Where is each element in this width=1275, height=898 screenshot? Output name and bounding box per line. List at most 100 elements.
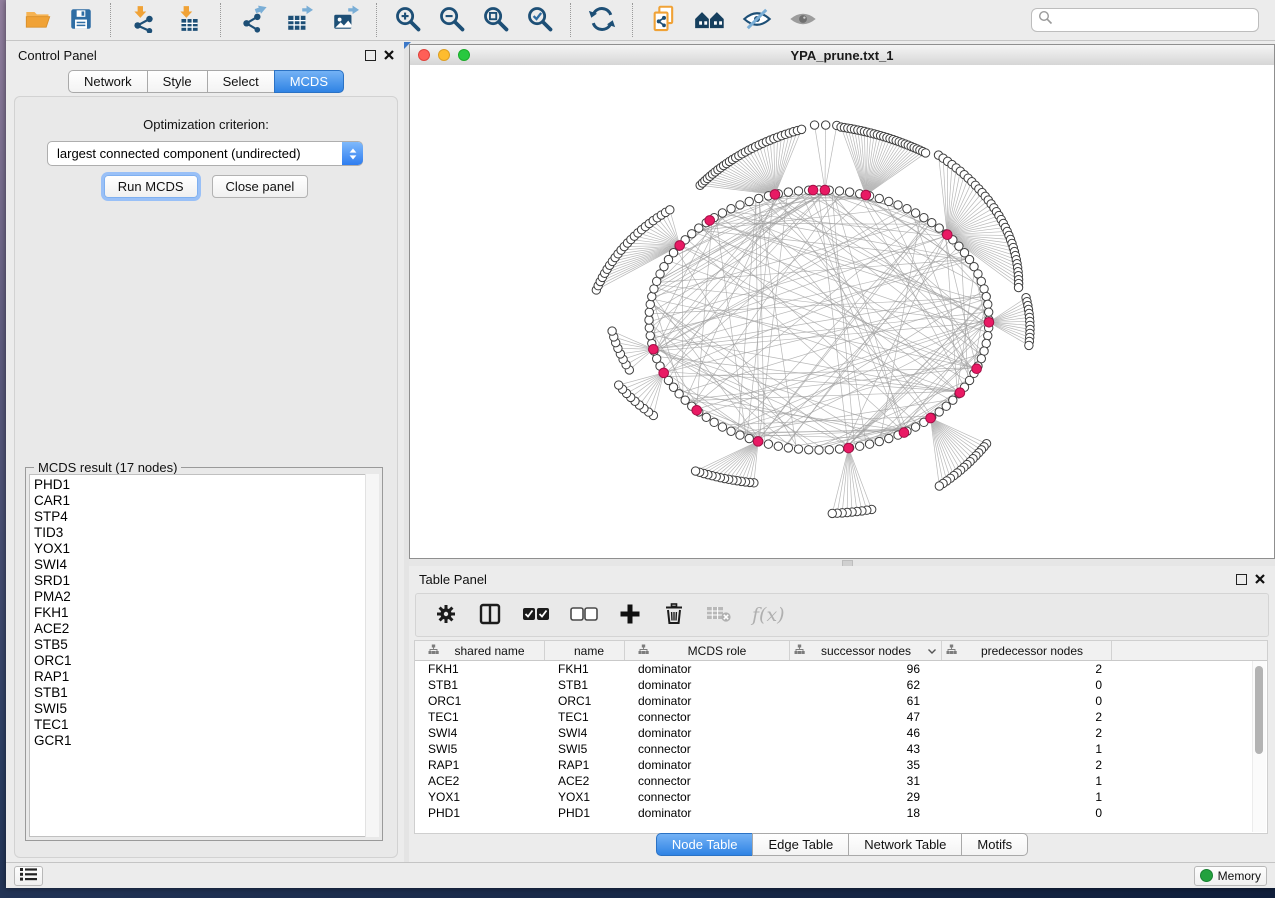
memory-label: Memory — [1218, 869, 1261, 883]
save-floppy-icon — [68, 6, 94, 35]
tab-network-table[interactable]: Network Table — [848, 833, 961, 856]
open-folder-icon — [24, 6, 52, 35]
function-fx-icon: f(x) — [752, 604, 785, 626]
show-columns-button[interactable] — [473, 596, 507, 634]
main-toolbar — [6, 0, 1275, 41]
memory-button[interactable]: Memory — [1194, 866, 1267, 886]
function-builder-button[interactable]: f(x) — [747, 596, 790, 634]
column-header-shared-name[interactable]: shared name — [415, 641, 545, 660]
import-table-button[interactable] — [169, 2, 209, 38]
plus-icon — [618, 602, 642, 629]
run-mcds-button[interactable]: Run MCDS — [104, 175, 198, 198]
import-network-icon — [128, 5, 158, 36]
clone-network-button[interactable] — [645, 2, 683, 38]
table-row[interactable]: RAP1 RAP1 dominator 35 2 — [415, 757, 1267, 773]
column-header-predecessor-nodes[interactable]: predecessor nodes — [942, 641, 1112, 660]
table-panel-titlebar: Table Panel — [409, 566, 1275, 592]
mcds-result-item: ORC1 — [34, 653, 378, 669]
search-icon — [1038, 10, 1053, 30]
import-table-icon — [174, 5, 204, 36]
table-row[interactable]: FKH1 FKH1 dominator 96 2 — [415, 661, 1267, 677]
table-scrollbar-thumb[interactable] — [1255, 666, 1263, 754]
table-row[interactable]: SWI5 SWI5 connector 43 1 — [415, 741, 1267, 757]
dropdown-stepper-icon — [342, 142, 363, 165]
column-header-successor-nodes[interactable]: successor nodes — [790, 641, 942, 660]
criterion-dropdown-value: largest connected component (undirected) — [48, 146, 343, 161]
tab-mcds[interactable]: MCDS — [274, 70, 344, 93]
zoom-selected-icon — [526, 5, 554, 36]
open-file-button[interactable] — [19, 2, 57, 38]
search-input[interactable] — [1053, 12, 1252, 28]
tab-network[interactable]: Network — [68, 70, 147, 93]
table-toolbar: f(x) — [415, 593, 1269, 637]
sort-desc-icon — [927, 644, 937, 658]
table-row[interactable]: ACE2 ACE2 connector 31 1 — [415, 773, 1267, 789]
export-table-icon — [284, 5, 314, 36]
zoom-out-button[interactable] — [433, 2, 471, 38]
float-panel-icon[interactable] — [365, 50, 376, 61]
select-all-button[interactable] — [517, 596, 555, 634]
column-header-mcds-role[interactable]: MCDS role — [625, 641, 790, 660]
refresh-button[interactable] — [583, 2, 621, 38]
mcds-result-item: GCR1 — [34, 733, 378, 749]
export-table-button[interactable] — [279, 2, 319, 38]
save-session-button[interactable] — [63, 2, 99, 38]
tab-select[interactable]: Select — [207, 70, 274, 93]
toolbar-separator — [570, 3, 572, 37]
columns-icon — [478, 602, 502, 629]
table-row[interactable]: STB1 STB1 dominator 62 0 — [415, 677, 1267, 693]
zoom-fit-button[interactable] — [477, 2, 515, 38]
search-field[interactable] — [1031, 8, 1259, 32]
hide-selected-button[interactable] — [737, 2, 777, 38]
mcds-result-item: SRD1 — [34, 573, 378, 589]
table-row[interactable]: ORC1 ORC1 dominator 61 0 — [415, 693, 1267, 709]
column-header-name[interactable]: name — [545, 641, 625, 660]
control-panel-tabs: Network Style Select MCDS — [8, 70, 404, 93]
network-titlebar[interactable]: YPA_prune.txt_1 — [410, 45, 1274, 66]
export-image-button[interactable] — [325, 2, 365, 38]
first-neighbors-button[interactable] — [689, 2, 731, 38]
task-history-button[interactable] — [14, 866, 43, 886]
network-graph[interactable] — [410, 65, 1274, 558]
mcds-result-item: ACE2 — [34, 621, 378, 637]
close-panel-button[interactable]: Close panel — [212, 175, 309, 198]
float-panel-icon[interactable] — [1236, 574, 1247, 585]
mcds-result-item: PHD1 — [34, 477, 378, 493]
criterion-dropdown[interactable]: largest connected component (undirected) — [47, 141, 363, 166]
network-canvas[interactable] — [410, 65, 1274, 558]
tab-node-table[interactable]: Node Table — [656, 833, 753, 856]
zoom-selected-button[interactable] — [521, 2, 559, 38]
mcds-list-scrollbar[interactable] — [365, 474, 379, 837]
delete-table-icon — [706, 604, 732, 627]
deselect-all-button[interactable] — [565, 596, 603, 634]
tab-motifs[interactable]: Motifs — [961, 833, 1028, 856]
table-row[interactable]: YOX1 YOX1 connector 29 1 — [415, 789, 1267, 805]
add-column-button[interactable] — [613, 596, 647, 634]
table-row[interactable]: SWI4 SWI4 dominator 46 2 — [415, 725, 1267, 741]
mcds-result-box: MCDS result (17 nodes) PHD1CAR1STP4TID3Y… — [25, 467, 383, 841]
mcds-result-item: FKH1 — [34, 605, 378, 621]
show-all-button[interactable] — [783, 2, 823, 38]
table-row[interactable]: TEC1 TEC1 connector 47 2 — [415, 709, 1267, 725]
tab-edge-table[interactable]: Edge Table — [752, 833, 848, 856]
delete-column-button[interactable] — [657, 596, 691, 634]
table-header-row: shared name name MCDS role successor nod… — [415, 641, 1267, 661]
mcds-result-item: SWI4 — [34, 557, 378, 573]
close-panel-icon[interactable] — [384, 48, 394, 63]
table-scrollbar[interactable] — [1252, 661, 1266, 832]
export-network-button[interactable] — [233, 2, 273, 38]
export-network-icon — [238, 5, 268, 36]
checked-boxes-icon — [522, 606, 550, 625]
trash-icon — [662, 602, 686, 629]
import-network-button[interactable] — [123, 2, 163, 38]
delete-table-button[interactable] — [701, 596, 737, 634]
table-panel: Table Panel f(x) shared name name MCDS r… — [409, 566, 1275, 860]
control-panel: Control Panel Network Style Select MCDS … — [8, 42, 404, 862]
close-panel-icon[interactable] — [1255, 572, 1265, 587]
table-row[interactable]: PHD1 PHD1 dominator 18 0 — [415, 805, 1267, 821]
horizontal-splitter[interactable] — [409, 559, 1275, 566]
table-settings-button[interactable] — [429, 596, 463, 634]
zoom-in-button[interactable] — [389, 2, 427, 38]
mcds-result-list[interactable]: PHD1CAR1STP4TID3YOX1SWI4SRD1PMA2FKH1ACE2… — [29, 474, 379, 837]
tab-style[interactable]: Style — [147, 70, 207, 93]
